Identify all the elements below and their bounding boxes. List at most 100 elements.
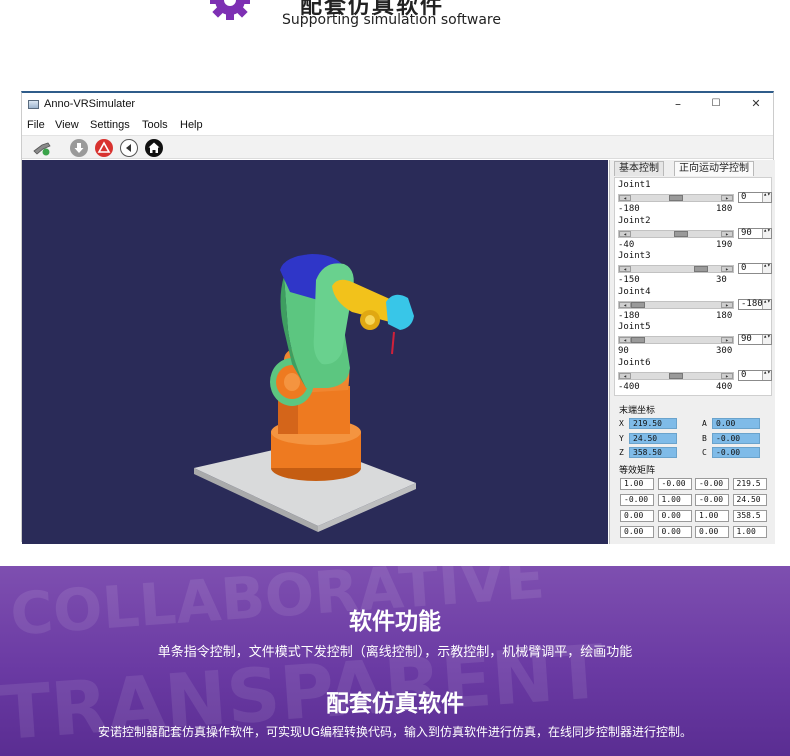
control-panel: 基本控制 正向运动学控制 Joint1 ◂ ▸ 0 ▴▾ -180 180 Joint2 ◂ ▸ 9… <box>609 160 775 544</box>
section-header: 配套仿真软件 Supporting simulation software <box>0 0 790 60</box>
joint-label: Joint6 <box>618 357 651 368</box>
coord-axis-label: C <box>702 448 707 457</box>
joint-value-spinbox[interactable]: 90 ▴▾ <box>738 227 772 239</box>
joint-value-spinbox[interactable]: 90 ▴▾ <box>738 334 772 345</box>
joint-min-label: -180 <box>618 204 640 214</box>
joint-value: 0 <box>741 263 747 273</box>
matrix-cell: 1.00 <box>620 478 654 490</box>
joint-slider[interactable]: ◂ ▸ <box>618 336 734 344</box>
robot-arm-model <box>194 254 416 532</box>
slider-thumb[interactable] <box>631 301 645 308</box>
joint-value-spinbox[interactable]: -180 ▴▾ <box>738 298 772 310</box>
matrix-cell: 24.50 <box>732 494 767 506</box>
slider-thumb[interactable] <box>631 337 645 343</box>
banner-software-text: 安诺控制器配套仿真操作软件，可实现UG编程转换代码，输入到仿真软件进行仿真，在线… <box>97 725 693 739</box>
end-coords-label: 末端坐标 <box>619 406 656 416</box>
slider-left-arrow-icon[interactable]: ◂ <box>619 337 631 344</box>
joint-max-label: 180 <box>716 310 733 321</box>
slider-thumb[interactable] <box>669 372 683 379</box>
matrix-cell: -0.00 <box>695 478 729 490</box>
gear-icon <box>208 0 252 22</box>
slider-left-arrow-icon[interactable]: ◂ <box>619 301 631 308</box>
download-icon[interactable] <box>70 139 88 157</box>
banner-title-software: 配套仿真软件 <box>326 691 464 717</box>
spin-arrows-icon[interactable]: ▴▾ <box>762 227 771 238</box>
matrix-cell: -0.00 <box>695 494 729 506</box>
slider-right-arrow-icon[interactable]: ▸ <box>721 266 733 273</box>
tab-bar: 基本控制 正向运动学控制 <box>610 160 775 176</box>
joint-value: 90 <box>741 227 752 238</box>
slider-left-arrow-icon[interactable]: ◂ <box>619 195 631 202</box>
tab-basic-control[interactable]: 基本控制 <box>614 161 664 176</box>
alert-icon[interactable] <box>95 139 113 157</box>
toolbar <box>22 135 773 159</box>
joint-label: Joint3 <box>618 251 651 261</box>
slider-thumb[interactable] <box>669 195 683 201</box>
minimize-button[interactable]: – <box>668 96 688 112</box>
coord-axis-label: Y <box>619 433 624 443</box>
joint-value: 90 <box>741 334 752 344</box>
app-icon <box>28 100 39 109</box>
joint-label: Joint2 <box>618 215 651 226</box>
joint-value: 0 <box>741 192 747 202</box>
coord-value-field: 219.50 <box>629 418 677 429</box>
coord-value-field: -0.00 <box>712 447 760 458</box>
coord-value-field: 0.00 <box>712 418 760 429</box>
slider-right-arrow-icon[interactable]: ▸ <box>721 301 733 308</box>
joint-value: -180 <box>741 298 763 309</box>
joint-slider[interactable]: ◂ ▸ <box>618 229 734 238</box>
menu-settings[interactable]: Settings <box>90 119 130 131</box>
tab-forward-kinematics[interactable]: 正向运动学控制 <box>674 161 754 176</box>
slider-left-arrow-icon[interactable]: ◂ <box>619 372 631 379</box>
joint-value-spinbox[interactable]: 0 ▴▾ <box>738 192 772 203</box>
matrix-cell: 1.00 <box>657 494 692 506</box>
joint-min-label: -40 <box>618 239 635 250</box>
window-title: Anno-VRSimulater <box>44 98 136 110</box>
spin-arrows-icon[interactable]: ▴▾ <box>762 369 771 380</box>
spin-arrows-icon[interactable]: ▴▾ <box>762 192 771 202</box>
joint-value-spinbox[interactable]: 0 ▴▾ <box>738 369 772 381</box>
joint-label: Joint5 <box>618 322 651 332</box>
robot-icon[interactable] <box>32 139 51 157</box>
matrix-label: 等效矩阵 <box>619 466 656 476</box>
slider-left-arrow-icon[interactable]: ◂ <box>619 230 631 237</box>
joint-max-label: 300 <box>716 346 733 356</box>
simulator-window: Anno-VRSimulater – ☐ ✕ File View Setting… <box>21 91 775 544</box>
slider-left-arrow-icon[interactable]: ◂ <box>619 266 631 273</box>
back-icon[interactable] <box>120 139 138 157</box>
joint-slider[interactable]: ◂ ▸ <box>618 300 734 309</box>
joint-max-label: 190 <box>716 239 733 250</box>
menu-tools[interactable]: Tools <box>142 119 168 131</box>
joint-min-label: -400 <box>618 381 640 392</box>
joint-value: 0 <box>741 369 747 380</box>
maximize-button[interactable]: ☐ <box>706 96 726 112</box>
coord-axis-label: X <box>619 419 624 428</box>
slider-right-arrow-icon[interactable]: ▸ <box>721 337 733 344</box>
joint-slider[interactable]: ◂ ▸ <box>618 194 734 202</box>
matrix-cell: 1.00 <box>695 510 729 522</box>
spin-arrows-icon[interactable]: ▴▾ <box>762 334 771 344</box>
spin-arrows-icon[interactable]: ▴▾ <box>762 263 771 273</box>
menu-file[interactable]: File <box>27 119 45 131</box>
joint-min-label: -180 <box>618 310 640 321</box>
joint-value-spinbox[interactable]: 0 ▴▾ <box>738 263 772 274</box>
slider-right-arrow-icon[interactable]: ▸ <box>721 195 733 202</box>
slider-thumb[interactable] <box>673 230 688 237</box>
home-icon[interactable] <box>145 139 163 157</box>
menu-help[interactable]: Help <box>180 119 203 131</box>
slider-right-arrow-icon[interactable]: ▸ <box>721 230 733 237</box>
close-button[interactable]: ✕ <box>746 96 766 112</box>
matrix-cell: 0.00 <box>657 510 692 522</box>
spin-arrows-icon[interactable]: ▴▾ <box>762 298 771 309</box>
joint-slider[interactable]: ◂ ▸ <box>618 371 734 380</box>
section-subtitle: Supporting simulation software <box>282 12 501 28</box>
joint-label: Joint1 <box>618 180 651 190</box>
menu-view[interactable]: View <box>55 119 79 131</box>
3d-viewport[interactable] <box>22 160 608 544</box>
slider-thumb[interactable] <box>694 266 709 272</box>
slider-right-arrow-icon[interactable]: ▸ <box>721 372 733 379</box>
coord-axis-label: A <box>702 419 707 428</box>
menu-bar: File View Settings Tools Help <box>22 117 773 135</box>
joint-controls: Joint1 ◂ ▸ 0 ▴▾ -180 180 Joint2 ◂ ▸ 90 ▴▾ -40 190 Join… <box>614 177 772 396</box>
joint-slider[interactable]: ◂ ▸ <box>618 265 734 273</box>
